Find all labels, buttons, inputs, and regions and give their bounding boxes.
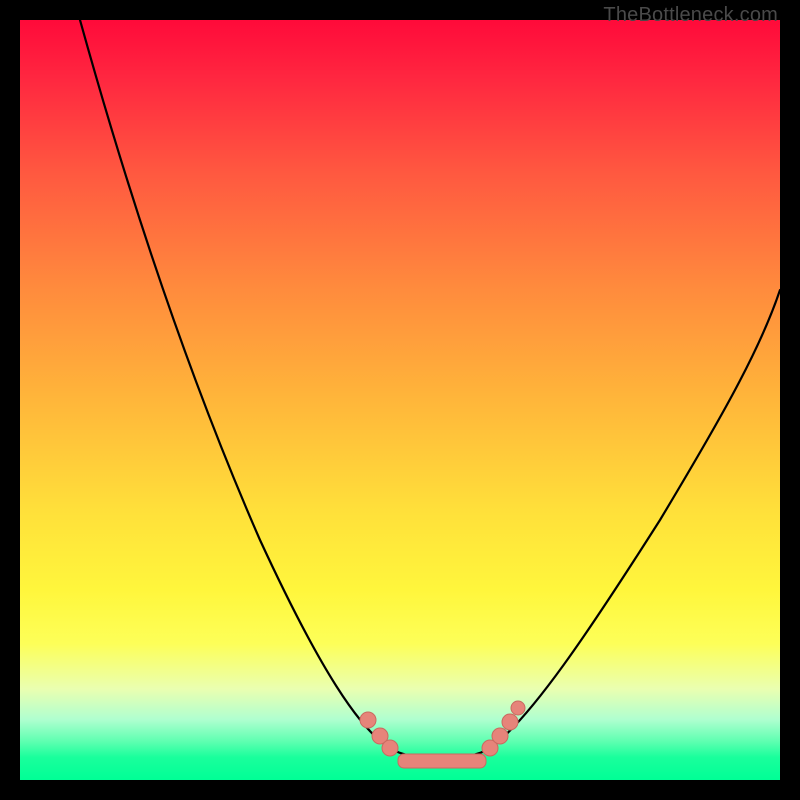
chart-frame xyxy=(20,20,780,780)
marker-dot xyxy=(502,714,518,730)
marker-flat-bar xyxy=(398,754,486,768)
curve-left-branch xyxy=(80,20,390,748)
attribution-text: TheBottleneck.com xyxy=(603,4,778,27)
marker-dot xyxy=(360,712,376,728)
curve-markers xyxy=(360,701,525,768)
marker-dot xyxy=(511,701,525,715)
bottleneck-curve xyxy=(20,20,780,780)
marker-dot xyxy=(492,728,508,744)
marker-dot xyxy=(382,740,398,756)
curve-right-branch xyxy=(490,290,780,748)
